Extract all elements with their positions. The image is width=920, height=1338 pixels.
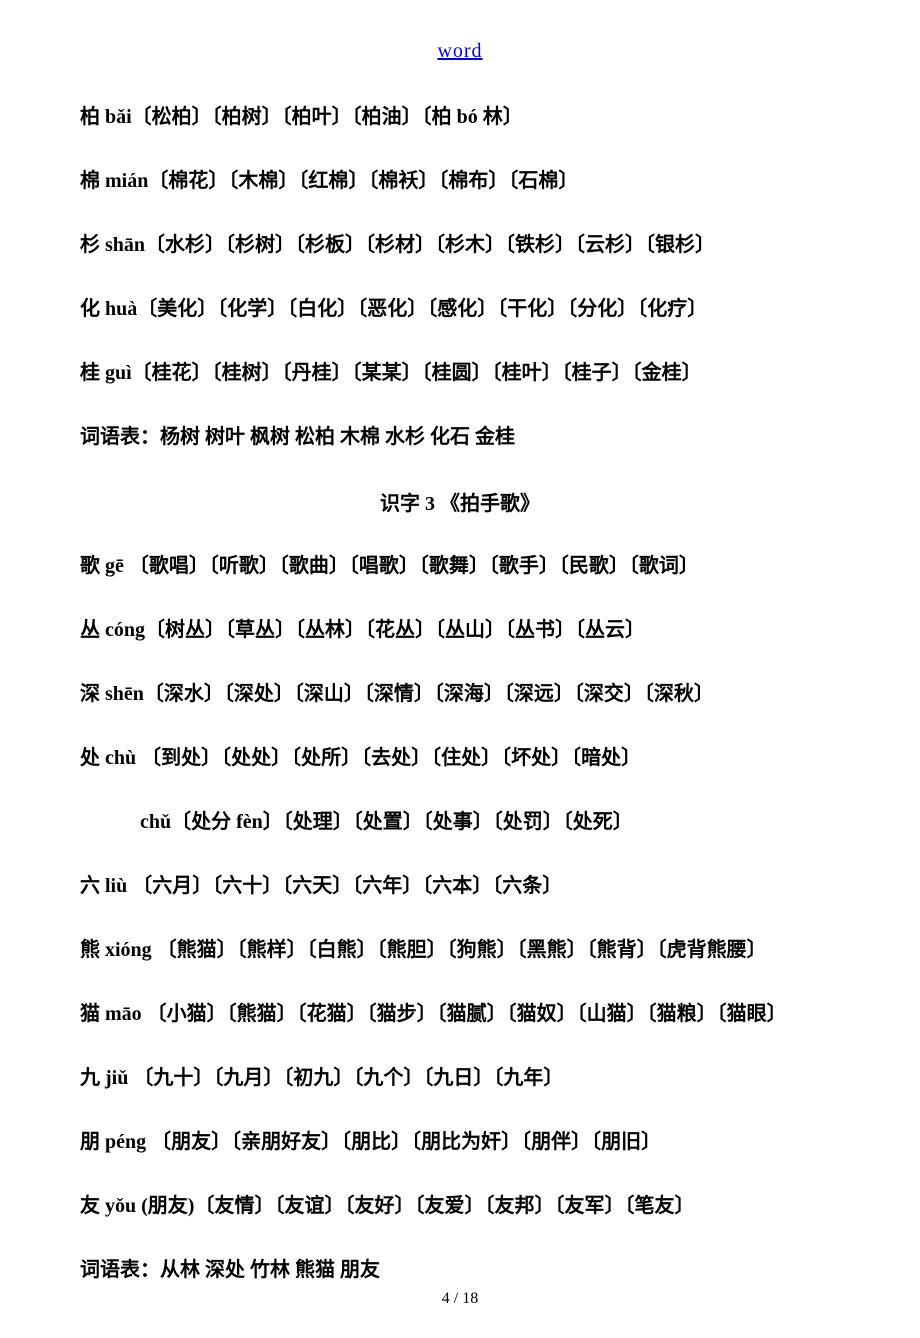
document-page: word 柏 bǎi〔松柏〕〔柏树〕〔柏叶〕〔柏油〕〔柏 bó 林〕 棉 miá… xyxy=(0,0,920,1338)
section-title: 识字 3 《拍手歌》 xyxy=(80,487,840,516)
entry-jiu: 九 jiǔ 〔九十〕〔九月〕〔初九〕〔九个〕〔九日〕〔九年〕 xyxy=(80,1064,840,1092)
header-link[interactable]: word xyxy=(80,40,840,63)
entry-mao: 猫 māo 〔小猫〕〔熊猫〕〔花猫〕〔猫步〕〔猫腻〕〔猫奴〕〔山猫〕〔猫粮〕〔猫… xyxy=(80,1000,840,1028)
entry-liu: 六 liù 〔六月〕〔六十〕〔六天〕〔六年〕〔六本〕〔六条〕 xyxy=(80,872,840,900)
entry-gui: 桂 guì〔桂花〕〔桂树〕〔丹桂〕〔某某〕〔桂圆〕〔桂叶〕〔桂子〕〔金桂〕 xyxy=(80,359,840,387)
entry-you: 友 yǒu (朋友)〔友情〕〔友谊〕〔友好〕〔友爱〕〔友邦〕〔友军〕〔笔友〕 xyxy=(80,1192,840,1220)
page-number: 4 / 18 xyxy=(80,1290,840,1308)
entry-mian: 棉 mián〔棉花〕〔木棉〕〔红棉〕〔棉袄〕〔棉布〕〔石棉〕 xyxy=(80,167,840,195)
entry-peng: 朋 péng 〔朋友〕〔亲朋好友〕〔朋比〕〔朋比为奸〕〔朋伴〕〔朋旧〕 xyxy=(80,1128,840,1156)
entry-ge: 歌 gē 〔歌唱〕〔听歌〕〔歌曲〕〔唱歌〕〔歌舞〕〔歌手〕〔民歌〕〔歌词〕 xyxy=(80,552,840,580)
entry-chu-alt: chǔ〔处分 fèn〕〔处理〕〔处置〕〔处事〕〔处罚〕〔处死〕 xyxy=(80,808,840,836)
entry-bai: 柏 bǎi〔松柏〕〔柏树〕〔柏叶〕〔柏油〕〔柏 bó 林〕 xyxy=(80,103,840,131)
word-list-2: 词语表：从林 深处 竹林 熊猫 朋友 xyxy=(80,1256,840,1284)
entry-shen: 深 shēn〔深水〕〔深处〕〔深山〕〔深情〕〔深海〕〔深远〕〔深交〕〔深秋〕 xyxy=(80,680,840,708)
entry-hua: 化 huà〔美化〕〔化学〕〔白化〕〔恶化〕〔感化〕〔干化〕〔分化〕〔化疗〕 xyxy=(80,295,840,323)
entry-xiong: 熊 xióng 〔熊猫〕〔熊样〕〔白熊〕〔熊胆〕〔狗熊〕〔黑熊〕〔熊背〕〔虎背熊… xyxy=(80,936,840,964)
entry-cong: 丛 cóng〔树丛〕〔草丛〕〔丛林〕〔花丛〕〔丛山〕〔丛书〕〔丛云〕 xyxy=(80,616,840,644)
word-list-1: 词语表：杨树 树叶 枫树 松柏 木棉 水杉 化石 金桂 xyxy=(80,423,840,451)
header-link-text: word xyxy=(437,40,482,62)
entry-shan: 杉 shān〔水杉〕〔杉树〕〔杉板〕〔杉材〕〔杉木〕〔铁杉〕〔云杉〕〔银杉〕 xyxy=(80,231,840,259)
entry-chu: 处 chù 〔到处〕〔处处〕〔处所〕〔去处〕〔住处〕〔坏处〕〔暗处〕 xyxy=(80,744,840,772)
